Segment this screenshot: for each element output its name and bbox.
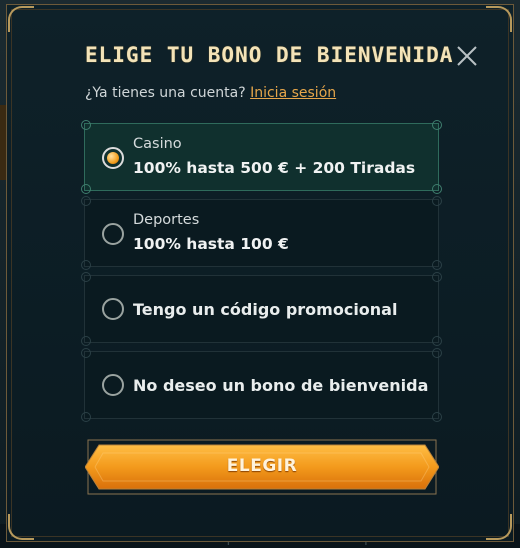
welcome-bonus-modal: ELIGE TU BONO DE BIENVENIDA ¿Ya tienes u…	[6, 4, 514, 542]
option-value: 100% hasta 100 €	[133, 235, 289, 253]
corner-ornament	[486, 6, 512, 32]
option-ornament	[432, 196, 442, 206]
close-button[interactable]	[454, 43, 480, 69]
login-prompt-text: ¿Ya tienes una cuenta?	[85, 85, 246, 101]
bonus-option-sports[interactable]: Deportes 100% hasta 100 €	[81, 196, 442, 270]
option-value: 100% hasta 500 € + 200 Tiradas	[133, 159, 416, 177]
radio-casino[interactable]	[102, 147, 124, 169]
corner-ornament	[486, 514, 512, 540]
option-label: Tengo un código promocional	[133, 300, 398, 319]
close-icon	[457, 46, 477, 66]
radio-selected-icon	[107, 152, 119, 164]
option-ornament	[432, 412, 442, 422]
option-ornament	[432, 184, 442, 194]
radio-sports[interactable]	[102, 223, 124, 245]
option-ornament	[81, 120, 91, 130]
option-label: No deseo un bono de bienvenida	[133, 376, 429, 395]
corner-ornament	[8, 6, 34, 32]
radio-no-bonus[interactable]	[102, 374, 124, 396]
option-ornament	[432, 272, 442, 282]
option-ornament	[432, 348, 442, 358]
login-link[interactable]: Inicia sesión	[250, 85, 336, 101]
radio-promo-code[interactable]	[102, 298, 124, 320]
modal-title: ELIGE TU BONO DE BIENVENIDA	[85, 43, 454, 67]
option-label: Casino	[133, 136, 182, 152]
option-ornament	[81, 412, 91, 422]
option-ornament	[81, 336, 91, 346]
option-ornament	[432, 260, 442, 270]
option-ornament	[81, 196, 91, 206]
bonus-option-promo-code[interactable]: Tengo un código promocional	[81, 272, 442, 346]
option-ornament	[432, 120, 442, 130]
choose-button[interactable]: ELEGIR	[85, 439, 439, 495]
choose-button-label: ELEGIR	[226, 456, 298, 476]
login-prompt: ¿Ya tienes una cuenta? Inicia sesión	[85, 85, 336, 101]
option-label: Deportes	[133, 212, 200, 228]
option-ornament	[81, 272, 91, 282]
corner-ornament	[8, 514, 34, 540]
option-ornament	[81, 260, 91, 270]
option-ornament	[81, 184, 91, 194]
bonus-option-casino[interactable]: Casino 100% hasta 500 € + 200 Tiradas	[81, 120, 442, 194]
option-ornament	[432, 336, 442, 346]
bonus-option-none[interactable]: No deseo un bono de bienvenida	[81, 348, 442, 422]
option-ornament	[81, 348, 91, 358]
